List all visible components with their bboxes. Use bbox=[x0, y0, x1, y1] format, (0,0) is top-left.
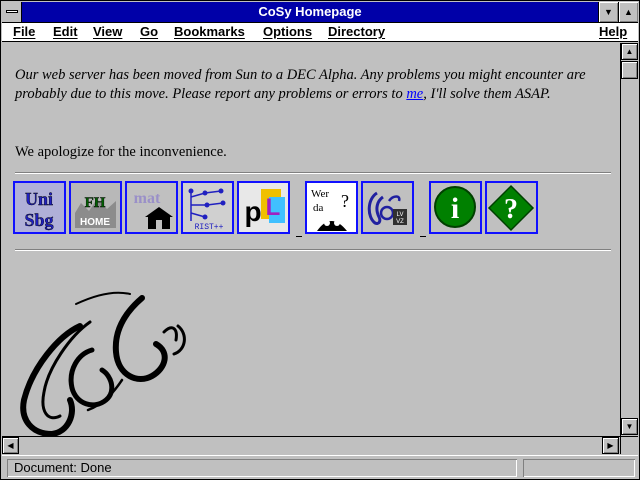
contact-link[interactable]: me bbox=[406, 86, 423, 102]
menu-bar: File Edit View Go Bookmarks Options Dire… bbox=[2, 23, 638, 42]
question-mark: ? bbox=[341, 191, 349, 211]
scroll-up-button[interactable]: ▲ bbox=[621, 43, 638, 60]
mat-label: mat bbox=[134, 190, 161, 207]
scrollbar-corner bbox=[620, 436, 638, 454]
status-text: Document: Done bbox=[7, 459, 517, 477]
maximize-button[interactable]: ▲ bbox=[618, 2, 638, 22]
fh-home-icon[interactable]: FH HOME bbox=[69, 181, 122, 234]
cosy-logo bbox=[20, 291, 186, 436]
help-icon[interactable]: ? bbox=[485, 181, 538, 234]
system-menu-button[interactable] bbox=[2, 2, 22, 22]
divider bbox=[15, 172, 611, 174]
rist-icon[interactable]: RIST++ bbox=[181, 181, 234, 234]
sbg-label: Sbg bbox=[24, 210, 53, 230]
scroll-thumb[interactable] bbox=[621, 61, 638, 79]
progress-indicator bbox=[523, 459, 635, 477]
menu-directory[interactable]: Directory bbox=[328, 24, 385, 39]
wer-da-icon[interactable]: Wer da ? bbox=[305, 181, 358, 234]
browser-window: CoSy Homepage ▼ ▲ File Edit View Go Book… bbox=[0, 0, 640, 480]
scroll-right-button[interactable]: ▶ bbox=[602, 437, 619, 454]
scroll-left-button[interactable]: ◀ bbox=[2, 437, 19, 454]
title-bar[interactable]: CoSy Homepage ▼ ▲ bbox=[2, 2, 638, 23]
home-label: HOME bbox=[80, 217, 110, 228]
l-letter: L bbox=[266, 194, 281, 221]
rist-label: RIST++ bbox=[195, 223, 224, 232]
separator-underscore bbox=[420, 236, 426, 237]
notice-text-end: , I'll solve them ASAP. bbox=[423, 86, 551, 102]
menu-view[interactable]: View bbox=[93, 24, 122, 39]
menu-bookmarks[interactable]: Bookmarks bbox=[174, 24, 245, 39]
menu-edit[interactable]: Edit bbox=[53, 24, 78, 39]
page-content: Our web server has been moved from Sun t… bbox=[2, 43, 620, 436]
cosy-lv-icon[interactable]: LV VZ bbox=[361, 181, 414, 234]
status-bar: Document: Done bbox=[2, 455, 638, 479]
menu-go[interactable]: Go bbox=[140, 24, 158, 39]
pl-icon[interactable]: p L bbox=[237, 181, 290, 234]
menu-options[interactable]: Options bbox=[263, 24, 312, 39]
vz-label: VZ bbox=[396, 219, 404, 225]
separator-underscore bbox=[296, 236, 302, 237]
uni-label: Uni bbox=[25, 189, 53, 209]
horizontal-scrollbar[interactable]: ◀ ▶ bbox=[2, 436, 620, 454]
menu-help[interactable]: Help bbox=[599, 24, 627, 39]
apology-text: We apologize for the inconvenience. bbox=[15, 144, 227, 160]
da-label: da bbox=[313, 202, 324, 214]
uni-sbg-icon[interactable]: Uni Sbg bbox=[13, 181, 66, 234]
info-glyph: i bbox=[451, 192, 459, 225]
divider bbox=[15, 249, 611, 251]
help-glyph: ? bbox=[504, 194, 518, 225]
menu-file[interactable]: File bbox=[13, 24, 35, 39]
minimize-button[interactable]: ▼ bbox=[598, 2, 618, 22]
server-notice: Our web server has been moved from Sun t… bbox=[15, 66, 605, 104]
p-letter: p bbox=[244, 196, 261, 227]
info-icon[interactable]: i bbox=[429, 181, 482, 234]
scroll-down-button[interactable]: ▼ bbox=[621, 418, 638, 435]
wer-label: Wer bbox=[311, 188, 329, 200]
mat-home-icon[interactable]: mat bbox=[125, 181, 178, 234]
lv-label: LV bbox=[397, 212, 404, 218]
fh-label: FH bbox=[85, 195, 106, 211]
vertical-scrollbar[interactable]: ▲ ▼ bbox=[620, 43, 638, 436]
window-title: CoSy Homepage bbox=[258, 4, 362, 19]
